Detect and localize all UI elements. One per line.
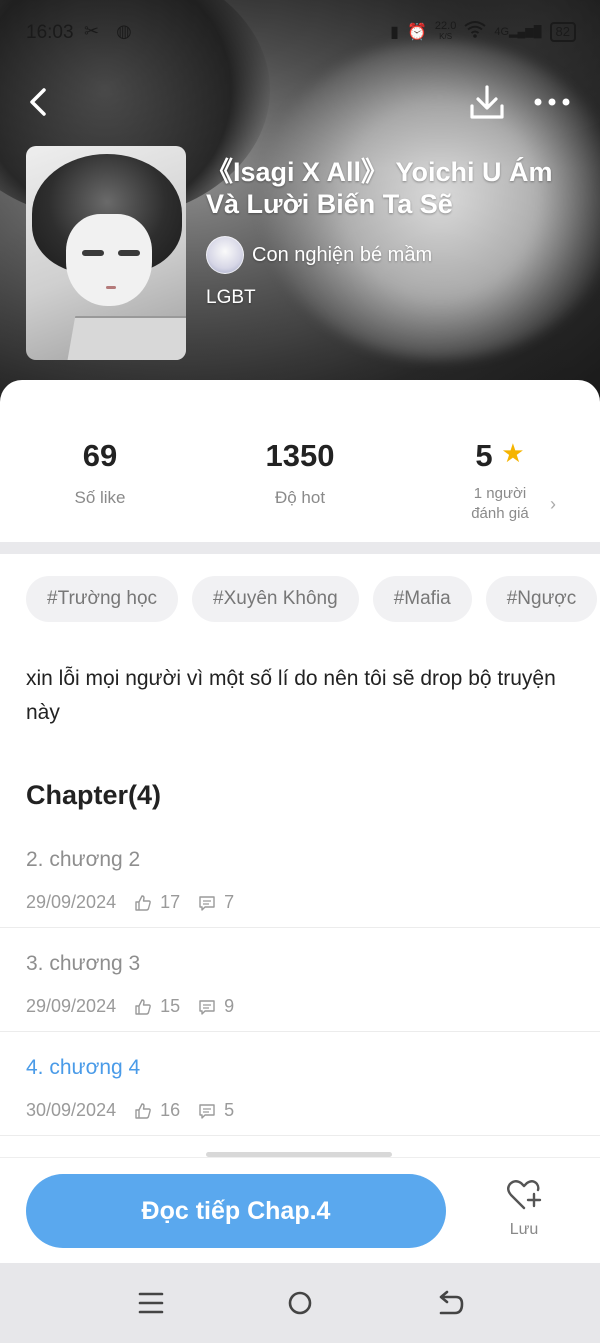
back-arrow-icon [439,1290,464,1315]
chapter-date: 29/09/2024 [26,892,117,912]
status-right-icons: ▮ ⏰ 22.0 K/S 4G▂▄▆█ 82 [390,20,576,43]
tag-chip[interactable]: #Trường học [26,576,179,622]
book-cover[interactable] [26,146,186,360]
likes-value: 69 [82,438,118,473]
alarm-icon: ⏰ [406,23,427,41]
battery-icon: 82 [549,21,576,42]
thumbs-up-icon [135,1102,151,1119]
tag-list: #Trường học #Xuyên Không #Mafia #Ngược [26,576,598,622]
chapter-date: 29/09/2024 [26,996,117,1016]
menu-icon [138,1292,164,1314]
hot-label: Độ hot [274,488,326,507]
vibrate-icon: ▮ [390,23,399,41]
system-nav-bar [0,1263,600,1343]
chapter-meta: 30/09/2024 16 5 [26,1100,234,1121]
bottom-action-bar: Đọc tiếp Chap.4 Lưu [0,1157,600,1263]
notification-icons: ✂ ◍ [84,21,138,41]
author-row[interactable]: Con nghiện bé mầm [206,236,432,274]
wifi-icon [464,20,486,43]
likes-label: Số like [74,488,126,507]
net-speed: 22.0 K/S [434,20,457,42]
download-icon [470,85,504,119]
chapter-comments: 7 [224,892,235,912]
rating-value: 5 [475,438,493,473]
chapter-row[interactable]: 2. chương 2 29/09/2024 17 7 [0,824,600,928]
content-panel: #Trường học #Xuyên Không #Mafia #Ngược x… [0,554,600,1157]
tag-chip[interactable]: #Mafia [372,576,472,622]
home-circle-icon [288,1291,312,1315]
comment-icon [199,1103,215,1119]
book-title: 《Isagi X All》 Yoichi U Ám Và Lười Biến T… [206,157,553,219]
chapter-title: 4. chương 4 [26,1056,141,1079]
chapter-likes: 16 [160,1100,181,1120]
chapter-likes: 15 [160,996,181,1016]
signal-icon: 4G▂▄▆█ [494,26,542,38]
chapters-heading: Chapter(4) [26,780,162,810]
status-bar: 16:03 ✂ ◍ ▮ ⏰ 22.0 K/S 4G▂▄▆█ 82 [0,0,600,66]
chapter-comments: 5 [224,1100,235,1120]
rating-label: 1 người đánh giá [471,485,529,522]
tag-chip[interactable]: #Xuyên Không [192,576,359,622]
continue-reading-button[interactable]: Đọc tiếp Chap.4 [26,1174,446,1248]
tag-chip[interactable]: #Ngược [485,576,598,622]
status-time: 16:03 [26,22,74,43]
chapter-meta: 29/09/2024 15 9 [26,996,234,1017]
thumbs-up-icon [135,998,151,1015]
chapter-date: 30/09/2024 [26,1100,117,1120]
chapter-title: 3. chương 3 [26,952,141,975]
chapter-row[interactable]: 3. chương 3 29/09/2024 15 9 [0,928,600,1032]
comment-icon [199,999,215,1015]
download-button[interactable] [466,82,508,124]
rating-value-row: 5 ★ [400,438,600,478]
nav-menu-button[interactable] [132,1287,172,1321]
comment-icon [199,895,215,911]
nav-back-button[interactable] [430,1287,470,1321]
stats-panel: 69 Số like 1350 Độ hot 5 ★ 1 người đánh g… [0,380,600,542]
genre-label[interactable]: LGBT [206,287,256,309]
hot-stat: 1350 Độ hot [200,438,400,508]
chapter-row[interactable]: 4. chương 4 30/09/2024 16 5 [0,1032,600,1136]
more-dots-icon [534,98,570,106]
author-name[interactable]: Con nghiện bé mầm [252,244,432,267]
hot-value: 1350 [265,438,335,473]
back-button[interactable] [22,82,58,122]
chapter-meta: 29/09/2024 17 7 [26,892,234,913]
chapter-title: 2. chương 2 [26,848,141,871]
nav-home-button[interactable] [280,1287,320,1321]
save-label: Lưu [509,1221,539,1238]
chevron-left-icon [30,88,46,116]
rating-stat[interactable]: 5 ★ 1 người đánh giá [400,438,600,524]
chapter-comments: 9 [224,996,235,1016]
chapter-likes: 17 [160,892,181,912]
more-options-button[interactable] [532,88,572,118]
save-button[interactable]: Lưu [494,1178,554,1239]
author-avatar[interactable] [206,236,244,274]
likes-stat: 69 Số like [0,438,200,508]
chevron-right-icon[interactable]: › [550,494,556,515]
heart-plus-icon [507,1180,542,1210]
star-icon: ★ [501,438,525,468]
book-description: xin lỗi mọi người vì một số lí do nên tô… [26,667,556,724]
thumbs-up-icon [135,894,151,911]
